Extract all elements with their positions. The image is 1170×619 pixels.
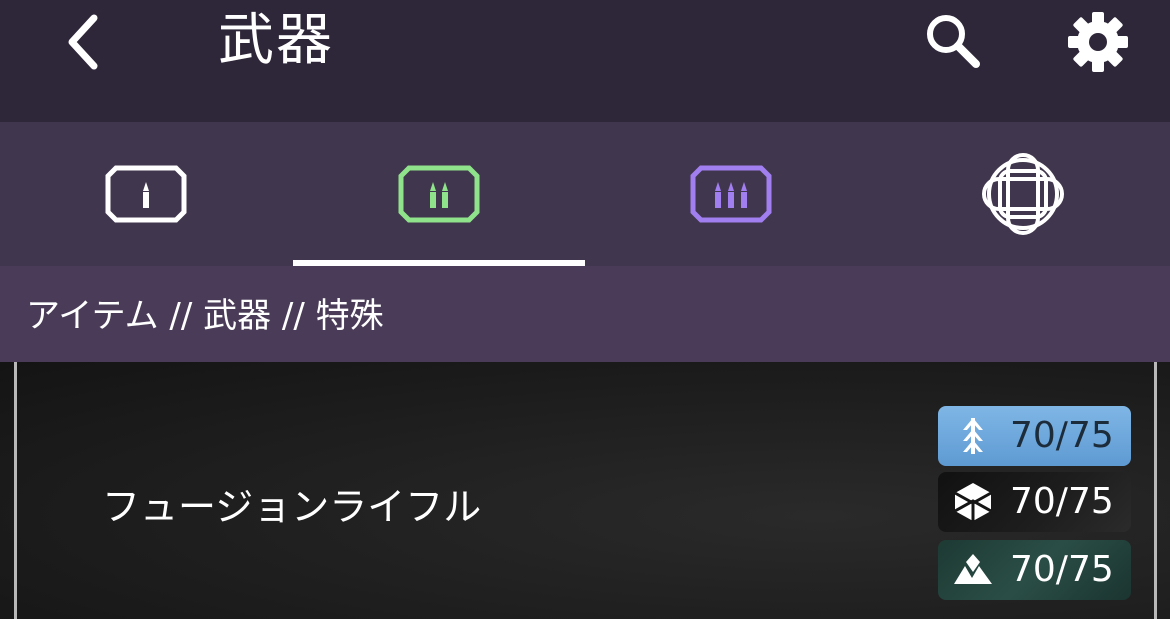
- header-bar: 武器: [0, 0, 1170, 122]
- knot-emblem-icon: [982, 153, 1064, 235]
- row-border: [1154, 362, 1157, 619]
- breadcrumb-text: アイテム // 武器 // 特殊: [26, 296, 384, 336]
- weapon-type-tabs: [0, 122, 1170, 266]
- warlock-icon: [954, 554, 992, 584]
- tab-special-ammo[interactable]: [293, 122, 585, 266]
- titan-progress-value: 70/75: [1010, 481, 1114, 522]
- breadcrumb: アイテム // 武器 // 特殊: [0, 266, 1170, 362]
- row-border: [14, 362, 17, 619]
- heavy-ammo-icon: [690, 165, 772, 223]
- search-icon: [927, 15, 980, 68]
- warlock-progress-badge: 70/75: [938, 540, 1131, 600]
- warlock-progress-value: 70/75: [1010, 549, 1114, 590]
- titan-progress-badge: 70/75: [938, 472, 1131, 532]
- tab-other[interactable]: [877, 122, 1169, 266]
- page-title: 武器: [218, 8, 334, 73]
- titan-icon: [954, 483, 992, 521]
- tab-heavy-ammo[interactable]: [585, 122, 877, 266]
- hunter-progress-badge: 70/75: [938, 406, 1131, 466]
- hunter-progress-value: 70/75: [1010, 415, 1114, 456]
- chevron-left-icon: [68, 14, 98, 70]
- search-button[interactable]: [920, 8, 984, 72]
- gear-icon: [1068, 12, 1128, 72]
- primary-ammo-icon: [105, 165, 187, 223]
- special-ammo-icon: [398, 165, 480, 223]
- settings-button[interactable]: [1062, 8, 1134, 76]
- tab-primary-ammo[interactable]: [0, 122, 292, 266]
- app: 武器 アイテム // 武器 // 特殊 フュージョンライフル 70/75 70/…: [0, 0, 1170, 619]
- back-button[interactable]: [52, 4, 116, 76]
- hunter-icon: [963, 418, 983, 454]
- weapon-type-name: フュージョンライフル: [102, 485, 482, 529]
